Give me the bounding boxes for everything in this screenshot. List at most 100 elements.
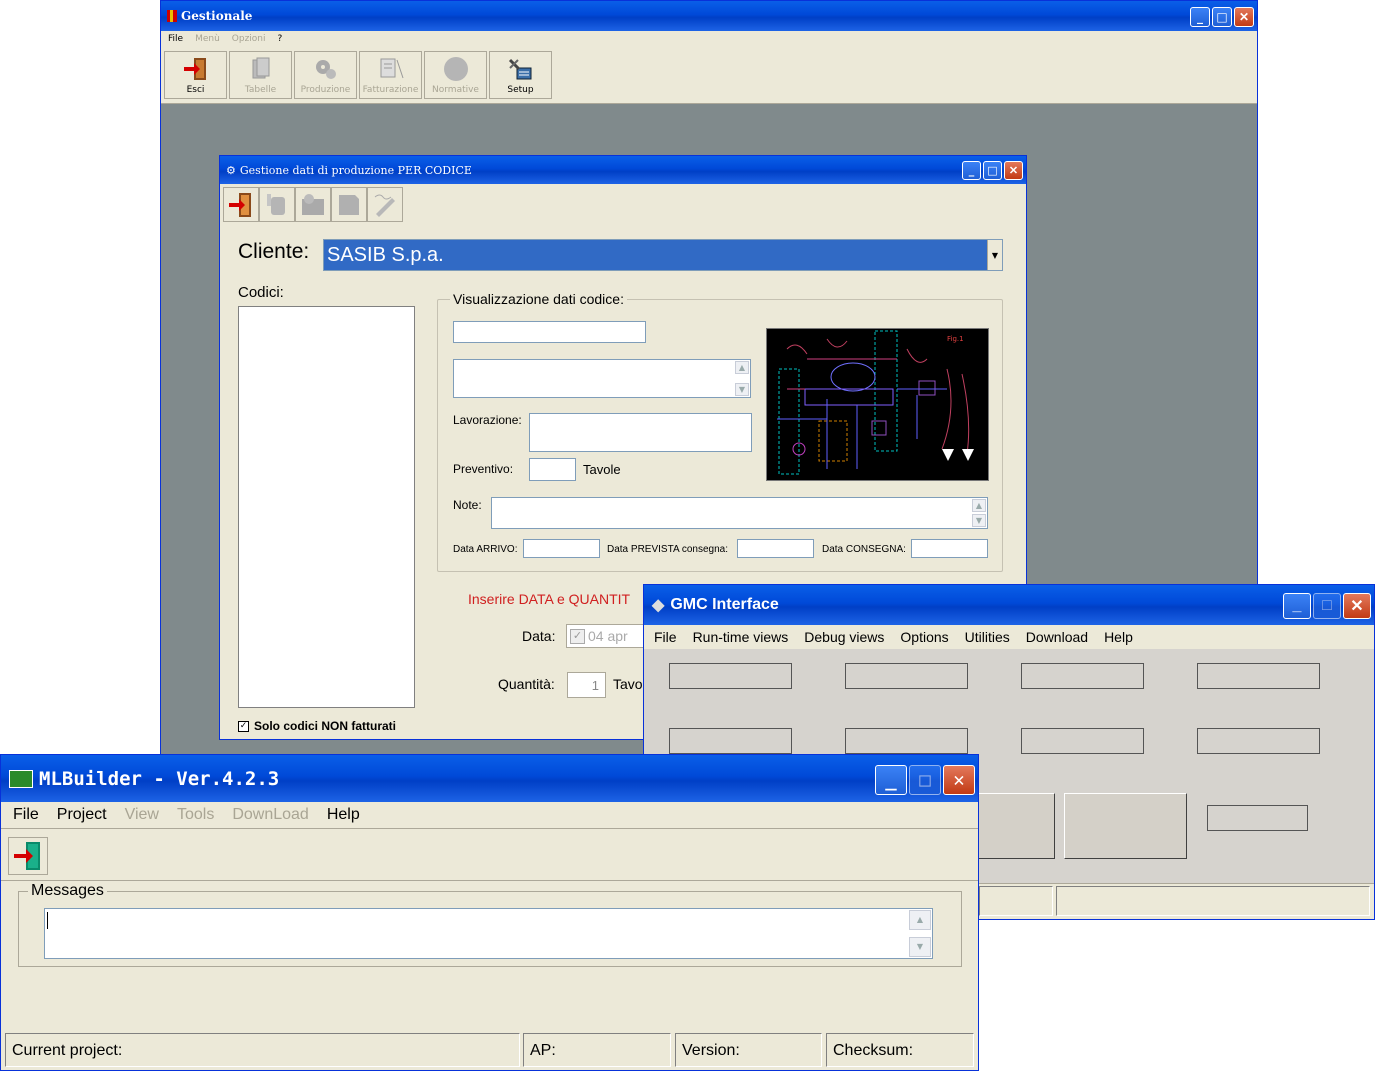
cliente-select[interactable]: SASIB S.p.a. ▼: [323, 239, 1003, 271]
toolbar-tabelle-button[interactable]: Tabelle: [229, 51, 292, 99]
text-caret: [47, 912, 48, 929]
data-label: Data:: [522, 628, 556, 644]
menu-help[interactable]: ?: [278, 34, 283, 44]
gmc-display-6: [845, 728, 968, 754]
ml-menu-help[interactable]: Help: [327, 806, 360, 824]
minimize-button[interactable]: _: [1190, 7, 1210, 27]
data-arrivo-label: Data ARRIVO:: [453, 544, 518, 555]
document-icon[interactable]: [331, 187, 367, 222]
toolbar-esci-button[interactable]: Esci: [164, 51, 227, 99]
mlbuilder-menubar: File Project View Tools DownLoad Help: [1, 802, 978, 829]
close-button[interactable]: ✕: [1343, 593, 1371, 619]
close-button[interactable]: ✕: [1004, 161, 1023, 180]
minimize-button[interactable]: _: [875, 765, 907, 795]
menu-opzioni[interactable]: Opzioni: [232, 34, 266, 44]
maximize-button[interactable]: □: [909, 765, 941, 795]
gestionale-title: Gestionale: [181, 9, 253, 23]
data-checkbox[interactable]: ✓: [570, 629, 585, 644]
chevron-down-icon[interactable]: ▼: [987, 240, 1002, 270]
mlbuilder-app-icon: [9, 769, 33, 788]
checkbox-checked-icon: ✓: [238, 720, 249, 732]
gmc-menu-options[interactable]: Options: [900, 629, 948, 645]
gmc-app-icon: ◆: [652, 597, 665, 614]
mlbuilder-window: MLBuilder - Ver.4.2.3 _ □ ✕ File Project…: [0, 754, 979, 1071]
gmc-menu-file[interactable]: File: [654, 629, 677, 645]
gmc-display-4: [1197, 663, 1320, 689]
gmc-display-7: [1021, 728, 1144, 754]
gmc-titlebar[interactable]: ◆ GMC Interface _ □ ✕: [644, 585, 1374, 625]
minimize-button[interactable]: _: [962, 161, 981, 180]
solo-codici-label: Solo codici NON fatturati: [254, 719, 397, 733]
pencil-icon[interactable]: [367, 187, 403, 222]
tavole-quantita-label: Tavo: [613, 676, 643, 692]
invoice-icon: [377, 56, 405, 82]
maximize-button[interactable]: □: [1313, 593, 1341, 619]
gmc-panel-button-1[interactable]: [969, 793, 1055, 859]
ml-statusbar: Current project: AP: Version: Checksum:: [1, 1030, 978, 1070]
data-value: 04 apr: [588, 628, 628, 644]
gmc-display-9: [1207, 805, 1308, 831]
gestionale-menubar: File Menù Opzioni ?: [161, 31, 1257, 47]
ml-menu-view[interactable]: View: [125, 806, 159, 824]
data-consegna-field[interactable]: [911, 539, 988, 558]
toolbar-produzione-button[interactable]: Produzione: [294, 51, 357, 99]
status-current-project: Current project:: [5, 1033, 520, 1067]
gmc-menu-download[interactable]: Download: [1026, 629, 1088, 645]
gestionale-titlebar[interactable]: Gestionale _ □ ✕: [161, 1, 1257, 31]
toolbar-normative-button[interactable]: Normative: [424, 51, 487, 99]
exit-door-icon: [14, 842, 40, 870]
produzione-toolbar: [223, 187, 403, 223]
drawing-tag: Fig.1: [947, 335, 964, 343]
messages-scrollbar[interactable]: ▲ ▼: [909, 910, 931, 957]
menu-menu[interactable]: Menù: [195, 34, 220, 44]
note-scrollbar[interactable]: ▲ ▼: [972, 499, 986, 527]
mlbuilder-window-controls: _ □ ✕: [875, 765, 975, 795]
close-button[interactable]: ✕: [943, 765, 975, 795]
produzione-titlebar[interactable]: ⚙ Gestione dati di produzione PER CODICE…: [220, 156, 1026, 184]
hands-icon[interactable]: [259, 187, 295, 222]
menu-file[interactable]: File: [168, 34, 183, 44]
descrizione-scrollbar[interactable]: ▲ ▼: [735, 361, 749, 396]
gmc-menu-help[interactable]: Help: [1104, 629, 1133, 645]
gmc-window-controls: _ □ ✕: [1283, 593, 1371, 619]
ml-exit-button[interactable]: [8, 837, 48, 875]
visualizzazione-group-label: Visualizzazione dati codice:: [450, 291, 627, 307]
ml-menu-download[interactable]: DownLoad: [232, 806, 309, 824]
toolbar-fatturazione-button[interactable]: Fatturazione: [359, 51, 422, 99]
descrizione-field[interactable]: ▲ ▼: [453, 359, 751, 398]
exit-door-icon: [182, 56, 210, 82]
schematic-drawing: Fig.1: [766, 328, 989, 481]
note-field[interactable]: ▲ ▼: [491, 497, 988, 529]
data-prevista-field[interactable]: [737, 539, 814, 558]
codici-list[interactable]: [238, 306, 415, 708]
data-consegna-label: Data CONSEGNA:: [822, 544, 906, 555]
data-arrivo-field[interactable]: [523, 539, 600, 558]
gestionale-window-controls: _ □ ✕: [1190, 7, 1254, 27]
solo-codici-checkbox[interactable]: ✓ Solo codici NON fatturati: [238, 719, 396, 733]
mlbuilder-titlebar[interactable]: MLBuilder - Ver.4.2.3 _ □ ✕: [1, 755, 978, 802]
machine-icon[interactable]: [295, 187, 331, 222]
gmc-menu-runtime-views[interactable]: Run-time views: [693, 629, 789, 645]
gmc-panel-button-2[interactable]: [1064, 793, 1187, 859]
setup-tools-icon: [507, 56, 535, 82]
minimize-button[interactable]: _: [1283, 593, 1311, 619]
maximize-button[interactable]: □: [983, 161, 1002, 180]
preventivo-field[interactable]: [529, 458, 576, 481]
quantita-field[interactable]: 1: [567, 672, 606, 698]
mlbuilder-title: MLBuilder - Ver.4.2.3: [39, 767, 280, 790]
gmc-menu-utilities[interactable]: Utilities: [965, 629, 1010, 645]
gmc-menu-debug-views[interactable]: Debug views: [804, 629, 884, 645]
maximize-button[interactable]: □: [1212, 7, 1232, 27]
close-button[interactable]: ✕: [1234, 7, 1254, 27]
status-version: Version:: [675, 1033, 822, 1067]
ml-menu-file[interactable]: File: [13, 806, 39, 824]
messages-textarea[interactable]: ▲ ▼: [44, 908, 933, 959]
ml-menu-project[interactable]: Project: [57, 806, 107, 824]
codice-field[interactable]: [453, 321, 646, 343]
lavorazione-field[interactable]: [529, 413, 752, 452]
gmc-display-3: [1021, 663, 1144, 689]
ml-menu-tools[interactable]: Tools: [177, 806, 214, 824]
inserire-instruction: Inserire DATA e QUANTIT: [468, 591, 631, 607]
exit-door-icon[interactable]: [223, 187, 259, 222]
toolbar-setup-button[interactable]: Setup: [489, 51, 552, 99]
